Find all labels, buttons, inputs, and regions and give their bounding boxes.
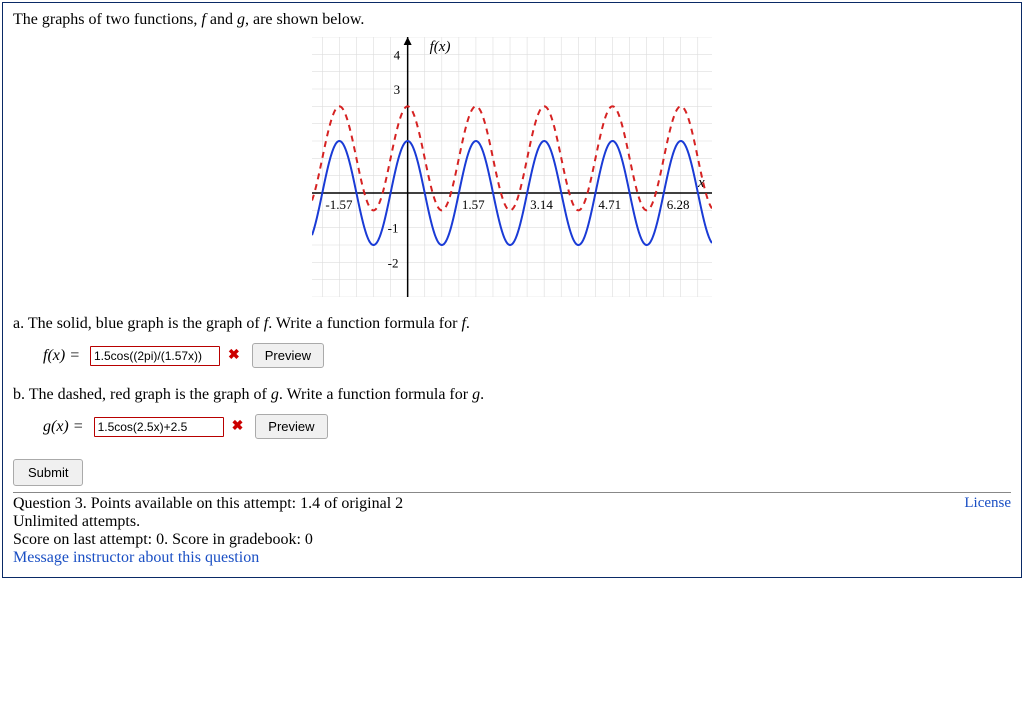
answer-input-a[interactable] [90,346,220,366]
answer-input-b[interactable] [94,417,224,437]
submit-row: Submit [13,459,1011,486]
submit-button[interactable]: Submit [13,459,83,486]
graph-container: f(x)x-1.571.573.144.716.28-2-134 [13,37,1011,297]
footer-attempts: Unlimited attempts. [13,513,1011,531]
svg-text:-2: -2 [388,255,399,270]
answer-row-a: f(x) = ✖ Preview [43,343,1011,368]
fx-label: f(x) = [43,347,80,365]
question-container: The graphs of two functions, f and g, ar… [2,2,1022,578]
svg-text:-1: -1 [388,221,399,236]
license-link[interactable]: License [964,495,1011,512]
svg-text:4: 4 [394,47,401,62]
svg-text:1.57: 1.57 [462,197,485,212]
answer-row-b: g(x) = ✖ Preview [43,414,1011,439]
message-instructor-link[interactable]: Message instructor about this question [13,549,1011,567]
footer-points: Question 3. Points available on this att… [13,495,1011,513]
svg-text:-1.57: -1.57 [325,197,353,212]
footer-score: Score on last attempt: 0. Score in grade… [13,531,1011,549]
part-b-text: b. The dashed, red graph is the graph of… [13,386,1011,404]
part-a-text: a. The solid, blue graph is the graph of… [13,315,1011,333]
preview-button-b[interactable]: Preview [255,414,327,439]
g-var: g [237,11,245,28]
svg-text:f(x): f(x) [430,39,451,55]
svg-text:3: 3 [394,82,401,97]
gx-label: g(x) = [43,418,84,436]
function-graph: f(x)x-1.571.573.144.716.28-2-134 [312,37,712,297]
question-footer: License Question 3. Points available on … [13,495,1011,567]
intro-text: The graphs of two functions, f and g, ar… [13,11,1011,29]
svg-text:6.28: 6.28 [667,197,690,212]
wrong-icon: ✖ [228,347,240,364]
svg-text:3.14: 3.14 [530,197,553,212]
separator [13,492,1011,493]
wrong-icon: ✖ [232,418,244,435]
preview-button-a[interactable]: Preview [252,343,324,368]
svg-text:4.71: 4.71 [598,197,621,212]
